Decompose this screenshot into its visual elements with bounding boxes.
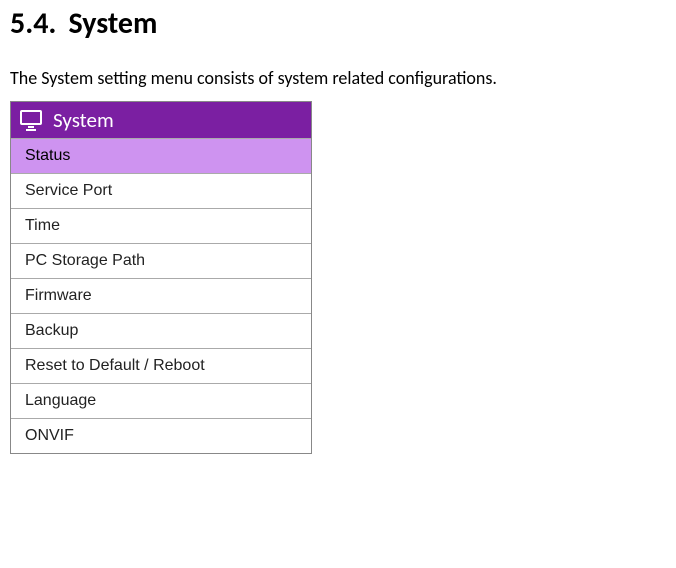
menu-item-reset-to-default-reboot[interactable]: Reset to Default / Reboot	[11, 348, 311, 383]
menu-item-language[interactable]: Language	[11, 383, 311, 418]
monitor-icon	[19, 109, 43, 131]
intro-text: The System setting menu consists of syst…	[10, 67, 666, 89]
menu-item-status[interactable]: Status	[11, 138, 311, 173]
menu-item-pc-storage-path[interactable]: PC Storage Path	[11, 243, 311, 278]
menu-item-onvif[interactable]: ONVIF	[11, 418, 311, 453]
system-menu-panel: System StatusService PortTimePC Storage …	[10, 101, 312, 454]
section-heading: 5.4. System	[10, 5, 666, 42]
section-number: 5.4.	[10, 5, 56, 42]
section-title: System	[68, 5, 157, 42]
menu-item-time[interactable]: Time	[11, 208, 311, 243]
menu-item-service-port[interactable]: Service Port	[11, 173, 311, 208]
menu-item-backup[interactable]: Backup	[11, 313, 311, 348]
menu-item-firmware[interactable]: Firmware	[11, 278, 311, 313]
system-menu-list: StatusService PortTimePC Storage PathFir…	[11, 138, 311, 453]
system-menu-title: System	[53, 107, 114, 133]
system-menu-header[interactable]: System	[11, 102, 311, 138]
